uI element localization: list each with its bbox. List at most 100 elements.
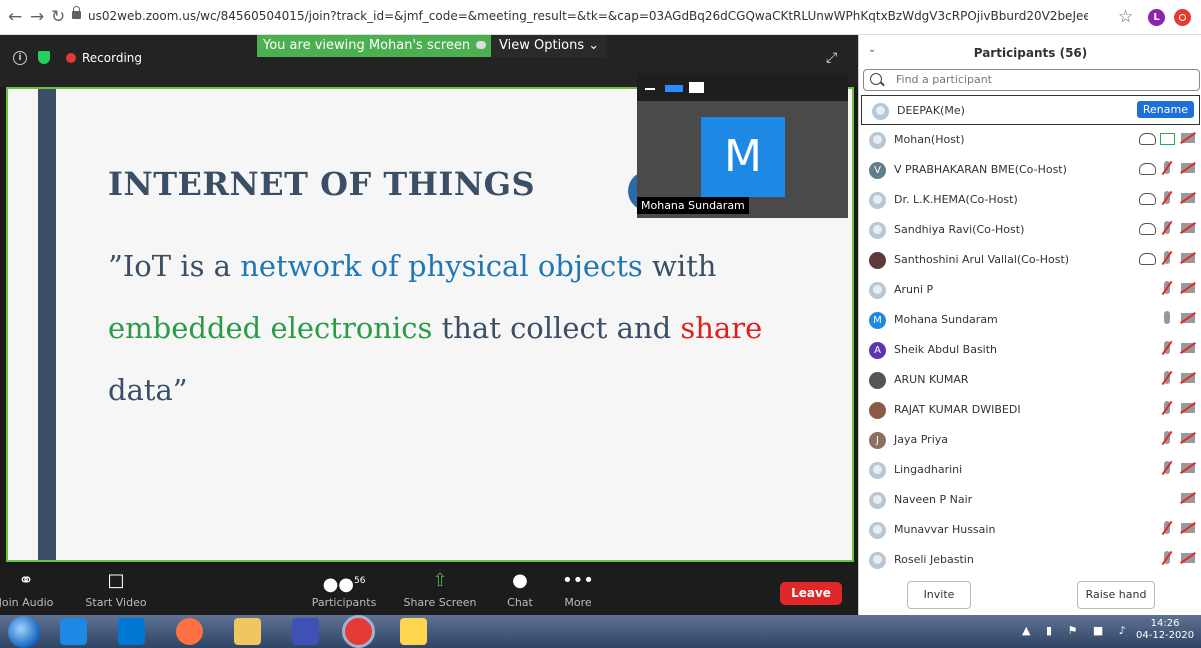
chat-label: Chat [507,596,533,609]
screen-share-icon [1160,133,1175,145]
fullscreen-icon[interactable]: ⤢ [826,50,837,66]
firefox-icon[interactable] [176,618,203,645]
shield-icon[interactable] [38,51,50,64]
participant-row[interactable]: Sandhiya Ravi(Co-Host) [859,215,1201,245]
participant-list: DEEPAK(Me) Rename Mohan(Host) V V PRABHA… [859,95,1201,575]
mic-muted-icon [1164,371,1170,384]
avatar [869,552,886,569]
cloud-icon [1139,163,1156,175]
join-audio-label: Join Audio [0,596,54,609]
participant-row[interactable]: Naveen P Nair [859,485,1201,515]
participant-name: Munavvar Hussain [894,523,996,536]
mic-muted-icon [1164,461,1170,474]
participant-row[interactable]: M Mohana Sundaram [859,305,1201,335]
photos-icon[interactable] [400,618,427,645]
video-thumbnail[interactable]: M Mohana Sundaram [637,73,848,218]
search-input[interactable] [894,72,1188,87]
participant-row[interactable]: Mohan(Host) [859,125,1201,155]
join-audio-button[interactable]: ⚭ Join Audio [0,569,66,609]
slide-title: INTERNET OF THINGS [108,165,536,203]
thumbnail-controls [637,73,848,101]
more-button[interactable]: ••• More [538,569,618,609]
video-off-icon [1181,193,1195,203]
participant-row[interactable]: Dr. L.K.HEMA(Co-Host) [859,185,1201,215]
quote-highlight-red: share [680,311,763,345]
participant-row[interactable]: J Jaya Priya [859,425,1201,455]
participant-row[interactable]: Roseli Jebastin [859,545,1201,575]
mic-muted-icon [1164,431,1170,444]
layout-full-icon[interactable] [689,82,704,93]
layout-strip-icon[interactable] [665,85,683,92]
participant-row[interactable]: Aruni P [859,275,1201,305]
system-tray-icons[interactable]: ▲ ▮ ⚑ ■ ♪ [1022,624,1132,637]
thumbnail-name: Mohana Sundaram [637,197,749,214]
participant-row[interactable]: RAJAT KUMAR DWIBEDI [859,395,1201,425]
participant-search[interactable] [863,69,1200,91]
participants-button[interactable]: ●●56 Participants [304,569,384,609]
avatar [869,222,886,239]
participant-row[interactable]: V V PRABHAKARAN BME(Co-Host) [859,155,1201,185]
quote-part: with [642,249,717,283]
start-button[interactable] [8,616,40,648]
profile-avatar[interactable]: L [1148,9,1165,26]
panel-footer: Invite Raise hand [859,579,1201,615]
lock-icon [72,6,81,19]
wps-writer-icon[interactable] [292,618,319,645]
back-arrow-icon[interactable]: ← [8,8,22,26]
participant-row[interactable]: ARUN KUMAR [859,365,1201,395]
os-taskbar: ▲ ▮ ⚑ ■ ♪ 14:26 04-12-2020 [0,615,1201,648]
mic-muted-icon [1164,191,1170,204]
participants-icon: ●●56 [322,574,366,595]
video-off-icon [1181,553,1195,563]
avatar [869,372,886,389]
avatar [869,492,886,509]
cloud-icon [1139,133,1156,145]
start-video-button[interactable]: □ Start Video [76,569,156,609]
minimize-icon[interactable] [645,88,655,90]
reload-icon[interactable]: ↻ [51,8,65,26]
mic-muted-icon [1164,221,1170,234]
participant-row[interactable]: DEEPAK(Me) Rename [861,95,1200,125]
participant-count: 56 [353,576,366,586]
share-screen-button[interactable]: ⇧ Share Screen [400,569,480,609]
raise-hand-button[interactable]: Raise hand [1077,581,1155,609]
info-icon[interactable]: i [13,51,27,65]
participant-row[interactable]: A Sheik Abdul Basith [859,335,1201,365]
participant-name: Lingadharini [894,463,963,476]
participant-row[interactable]: Santhoshini Arul Vallal(Co-Host) [859,245,1201,275]
video-off-icon [1181,373,1195,383]
avatar [869,132,886,149]
participant-row[interactable]: Munavvar Hussain [859,515,1201,545]
quote-highlight-blue: network of physical objects [240,249,643,283]
avatar [869,192,886,209]
video-off-icon [1181,223,1195,233]
participant-name: ARUN KUMAR [894,373,969,386]
url-field[interactable]: us02web.zoom.us/wc/84560504015/join?trac… [88,9,1088,23]
participant-name: Santhoshini Arul Vallal(Co-Host) [894,253,1070,266]
invite-button[interactable]: Invite [907,581,971,609]
participant-name: Sandhiya Ravi(Co-Host) [894,223,1025,236]
outlook-icon[interactable] [118,618,145,645]
rename-button[interactable]: Rename [1136,101,1194,118]
participant-name: DEEPAK(Me) [897,104,965,117]
view-options-button[interactable]: View Options ⌄ [491,35,608,57]
extension-icon[interactable] [1174,9,1191,26]
mic-muted-icon [1164,551,1170,564]
video-off-icon [1181,133,1195,143]
chrome-icon[interactable] [345,618,372,645]
internet-explorer-icon[interactable] [60,618,87,645]
avatar [869,402,886,419]
avatar: J [869,432,886,449]
bookmark-star-icon[interactable]: ☆ [1118,7,1133,27]
meeting-area: i Recording You are viewing Mohan's scre… [0,35,858,615]
participant-row[interactable]: Lingadharini [859,455,1201,485]
viewing-banner: You are viewing Mohan's screen [257,35,493,57]
forward-arrow-icon[interactable]: → [30,8,44,26]
participant-name: Mohan(Host) [894,133,965,146]
taskbar-clock[interactable]: 14:26 04-12-2020 [1136,618,1194,642]
mic-muted-icon [1164,521,1170,534]
leave-button[interactable]: Leave [780,582,842,605]
avatar [869,282,886,299]
cloud-icon [1139,253,1156,265]
file-explorer-icon[interactable] [234,618,261,645]
